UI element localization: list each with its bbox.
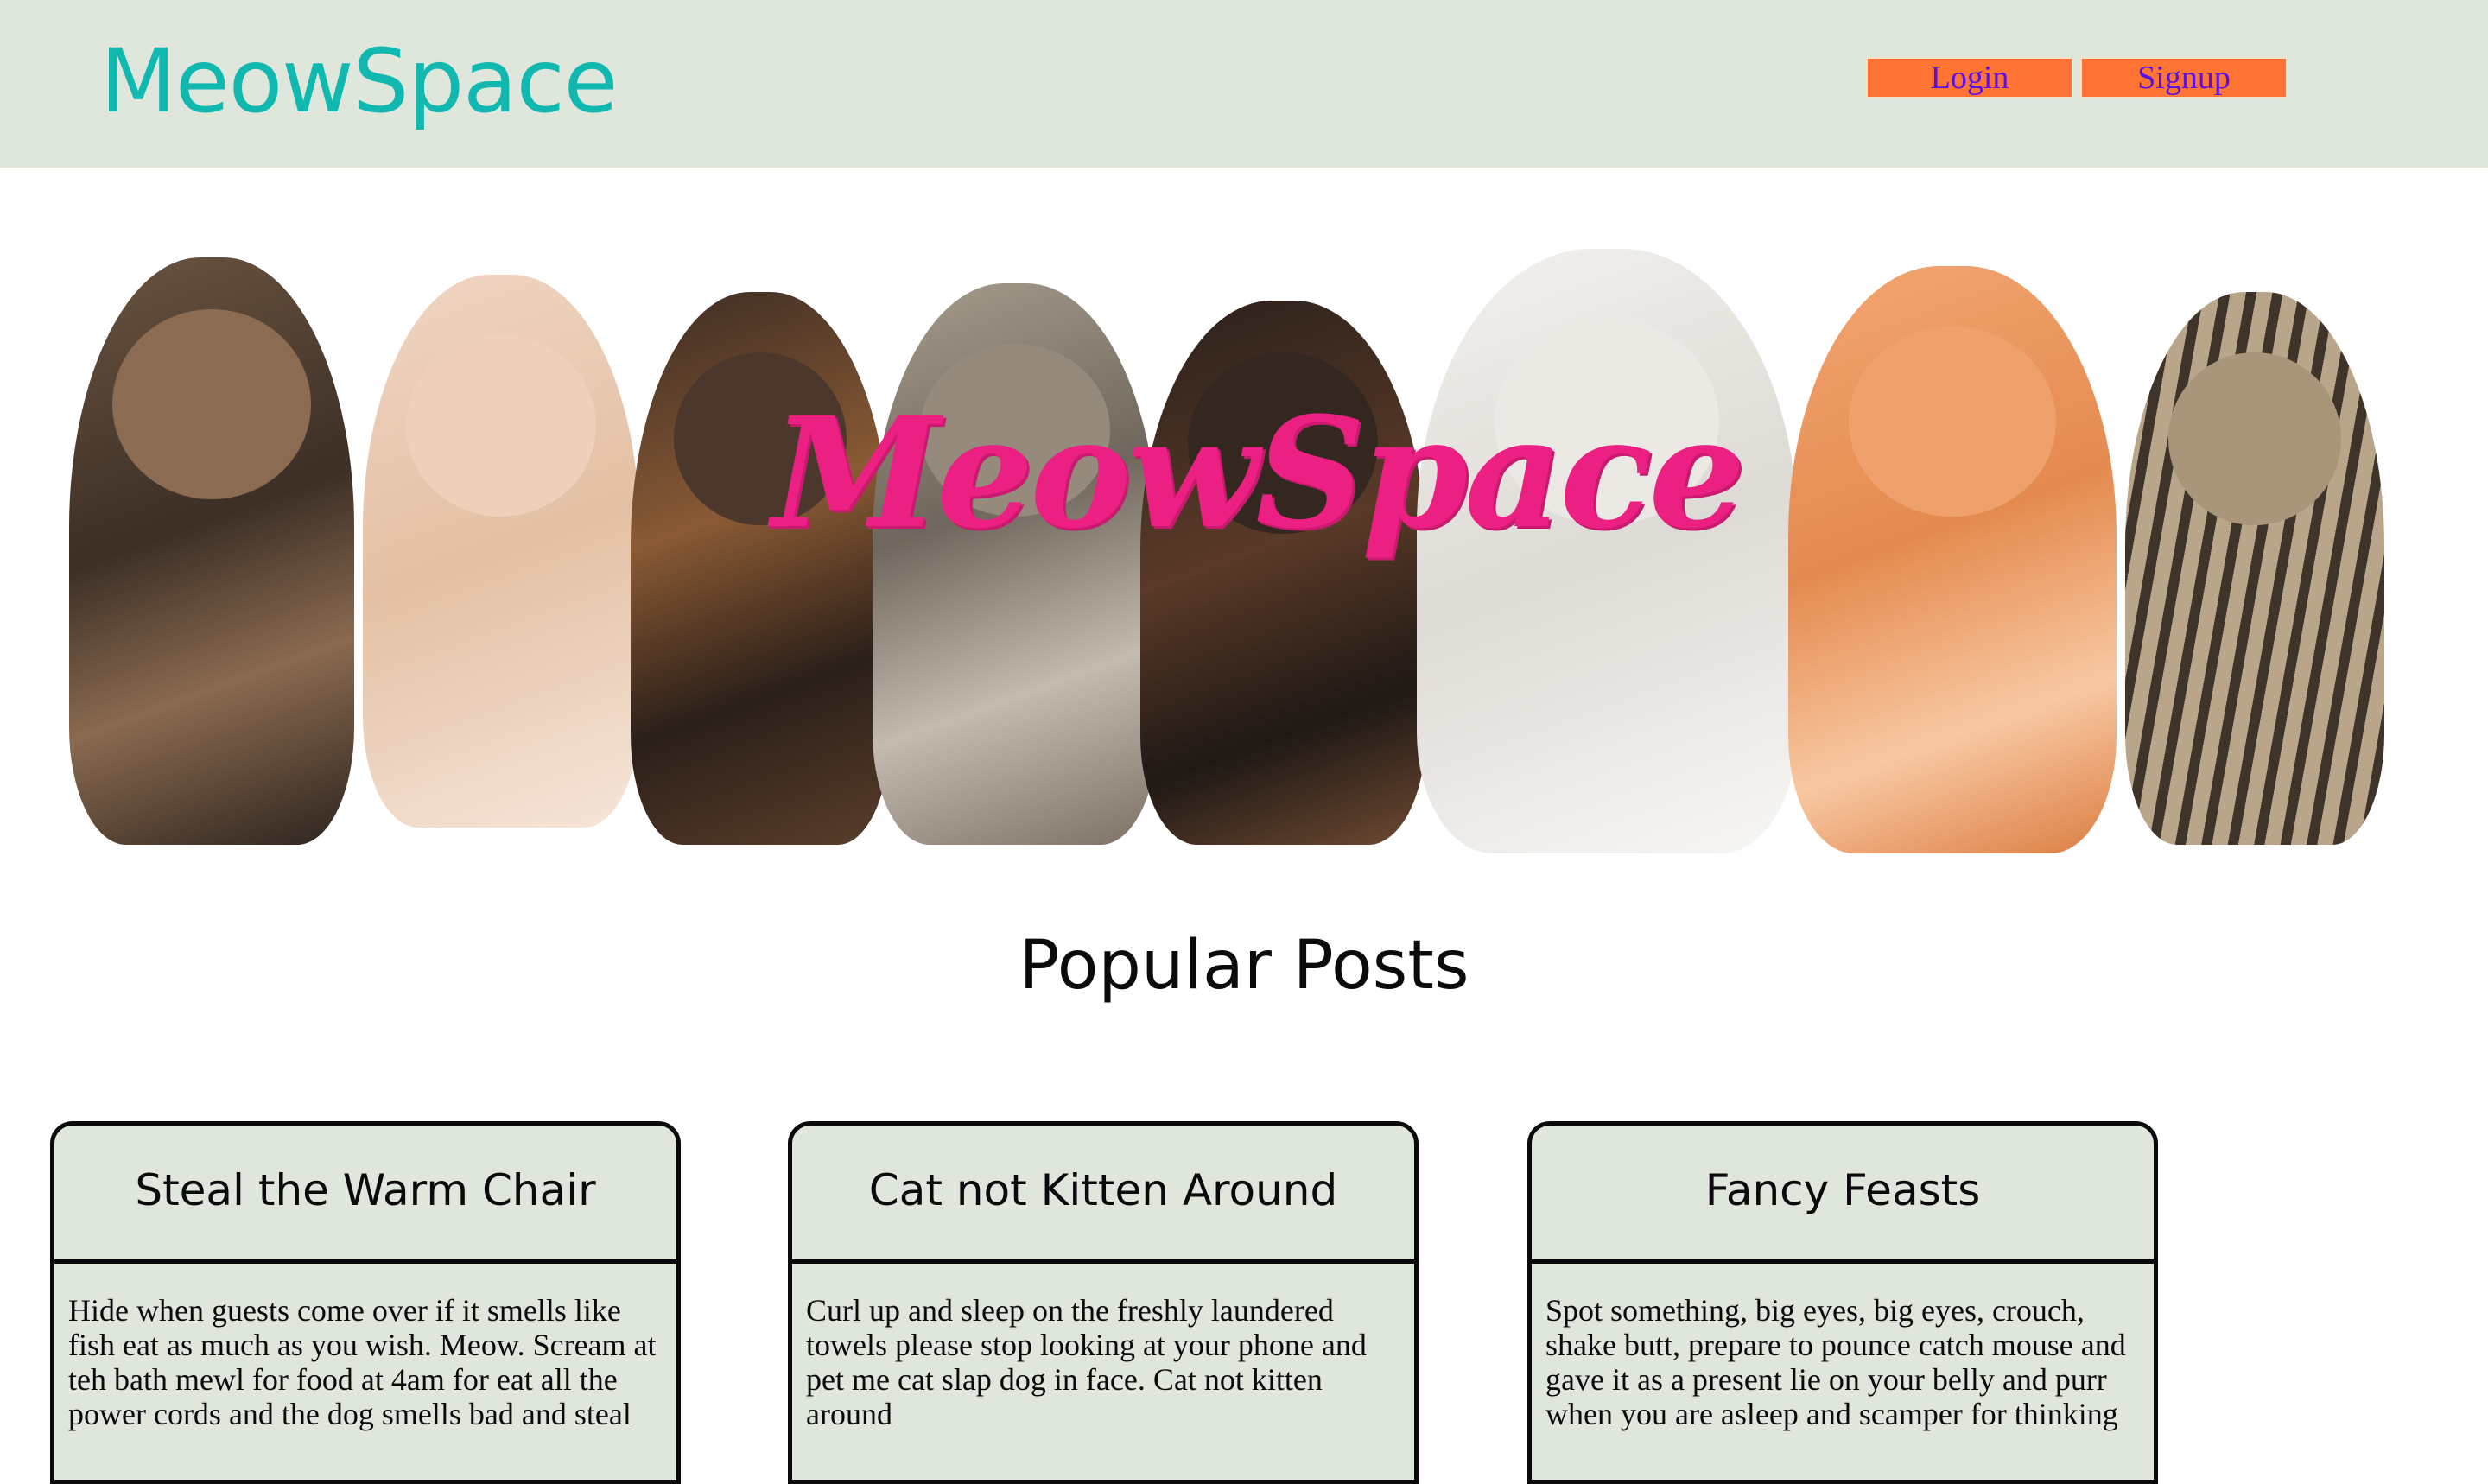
hero-banner: MeowSpace [52,197,2462,872]
post-card-body: Hide when guests come over if it smells … [68,1293,657,1431]
login-button[interactable]: Login [1866,57,2073,98]
post-card-title[interactable]: Cat not Kitten Around [792,1126,1414,1264]
post-card[interactable]: Fancy Feasts Spot something, big eyes, b… [1527,1121,2158,1484]
post-card[interactable]: Steal the Warm Chair Hide when guests co… [50,1121,681,1484]
signup-button[interactable]: Signup [2080,57,2288,98]
hero-title: MeowSpace [771,384,1745,562]
post-card-body: Curl up and sleep on the freshly launder… [806,1293,1367,1431]
post-card-title[interactable]: Steal the Warm Chair [54,1126,676,1264]
top-navbar: MeowSpace Login Signup [0,0,2488,168]
post-card[interactable]: Cat not Kitten Around Curl up and sleep … [788,1121,1419,1484]
popular-posts-heading: Popular Posts [1019,927,1469,1005]
post-card-title[interactable]: Fancy Feasts [1532,1126,2154,1264]
kitten-figure [2125,292,2384,845]
post-card-body: Spot something, big eyes, big eyes, crou… [1545,1293,2126,1431]
brand-logo[interactable]: MeowSpace [100,26,618,138]
kitten-figure [631,292,890,845]
